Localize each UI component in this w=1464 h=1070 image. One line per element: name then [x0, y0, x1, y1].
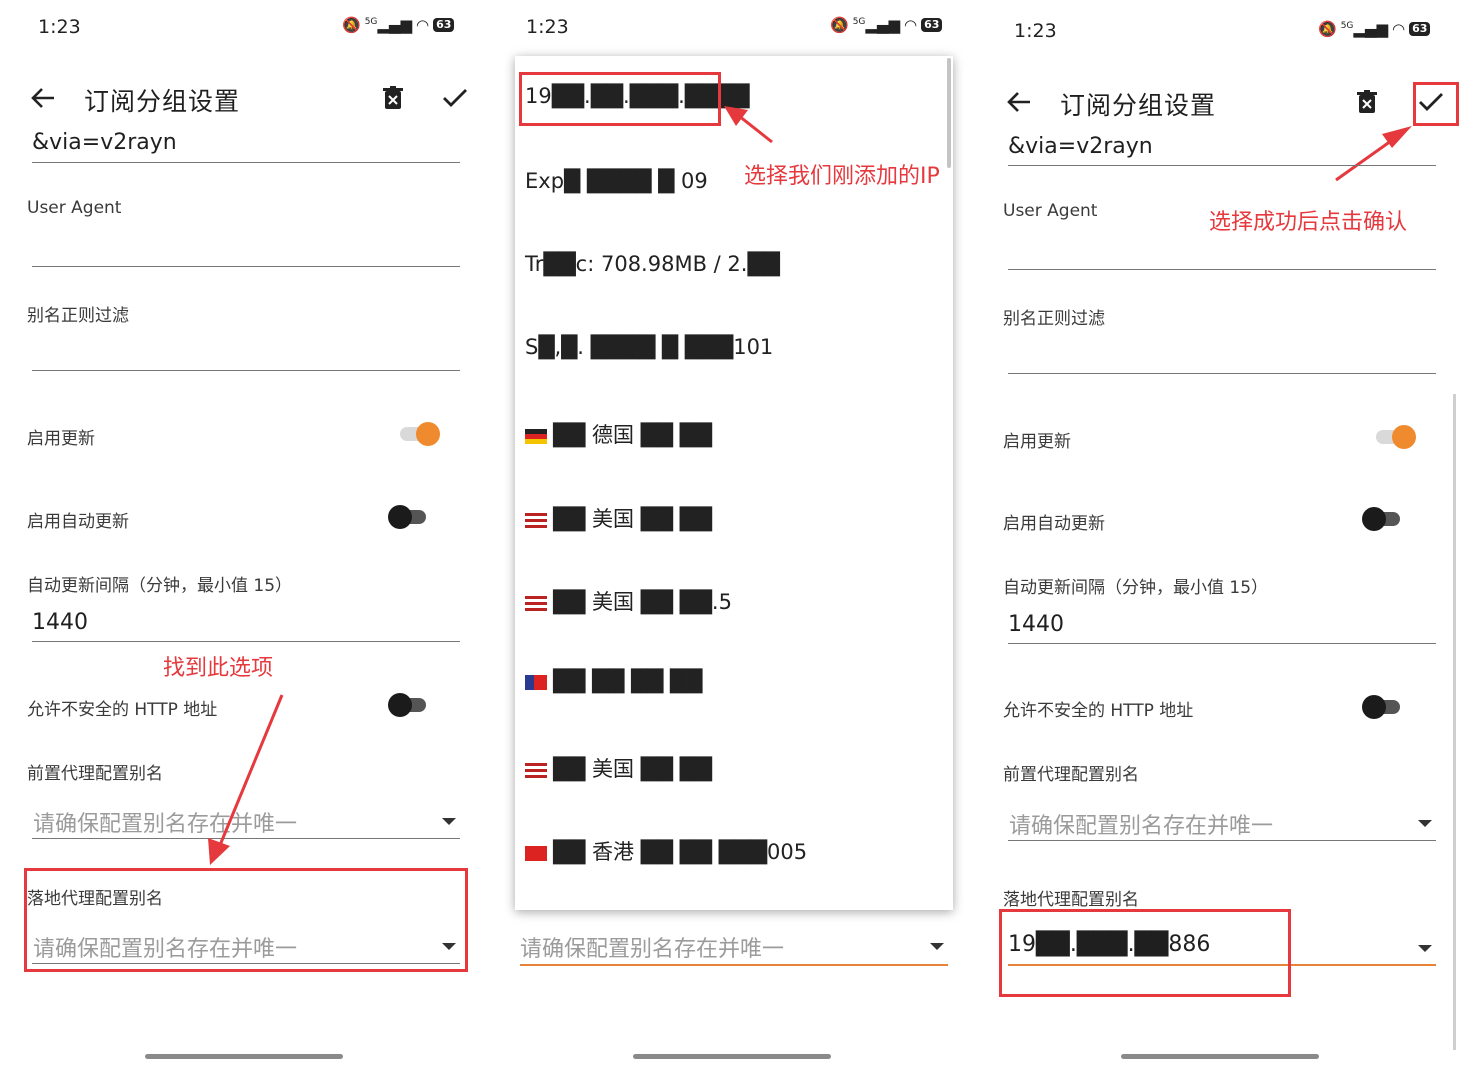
- auto-update-toggle[interactable]: [1362, 507, 1402, 531]
- flag-icon: [525, 428, 547, 444]
- home-indicator[interactable]: [1121, 1054, 1319, 1059]
- battery-icon: 63: [1409, 22, 1431, 36]
- dropdown-arrow-icon[interactable]: [1418, 945, 1432, 952]
- back-arrow-icon[interactable]: [1002, 86, 1036, 118]
- home-indicator[interactable]: [633, 1054, 831, 1059]
- signal-icon: 5G▂▄▆: [364, 16, 412, 34]
- dropdown-arrow-icon[interactable]: [442, 818, 456, 825]
- alias-filter-input[interactable]: [1008, 373, 1436, 374]
- interval-input[interactable]: 1440: [32, 610, 88, 635]
- interval-underline: [32, 641, 460, 642]
- insecure-http-toggle[interactable]: [388, 693, 428, 717]
- screen-dropdown-open: 1:23 🔕 5G▂▄▆ ◠ 63 19██.██.███.████ Exp█ …: [488, 0, 976, 1070]
- home-indicator[interactable]: [145, 1054, 343, 1059]
- wifi-icon: ◠: [904, 16, 918, 34]
- dropdown-option[interactable]: Exp█ ████ █ 09: [525, 169, 708, 193]
- auto-update-label: 启用自动更新: [27, 512, 129, 532]
- battery-icon: 63: [433, 18, 455, 32]
- dropdown-option[interactable]: ██ 香港 ██ ██ ███005: [525, 836, 807, 866]
- enable-update-label: 启用更新: [27, 429, 95, 449]
- annotation-arrow: [1335, 126, 1412, 182]
- status-icons: 🔕 5G▂▄▆ ◠ 63: [342, 16, 455, 34]
- annotation-arrow: [208, 694, 284, 865]
- dropdown-option[interactable]: ██ 德国 ██ ██: [525, 419, 712, 449]
- status-time: 1:23: [526, 16, 569, 38]
- url-field-underline: [1008, 165, 1436, 166]
- dropdown-option[interactable]: ██ 美国 ██ ██: [525, 753, 712, 783]
- flag-icon: [525, 512, 547, 528]
- next-proxy-label: 落地代理配置别名: [1003, 890, 1139, 910]
- signal-icon: 5G▂▄▆: [852, 16, 900, 34]
- dropdown-option[interactable]: ██ 美国 ██ ██.5: [525, 586, 732, 616]
- prev-proxy-select[interactable]: 请确保配置别名存在并唯一: [1009, 808, 1273, 840]
- status-icons: 🔕 5G▂▄▆ ◠ 63: [830, 16, 943, 34]
- page-title: 订阅分组设置: [1060, 91, 1217, 120]
- page-title: 订阅分组设置: [84, 87, 241, 116]
- back-arrow-icon[interactable]: [26, 82, 60, 114]
- mute-icon: 🔕: [342, 16, 361, 34]
- highlight-box: [519, 72, 721, 126]
- signal-icon: 5G▂▄▆: [1340, 20, 1388, 38]
- alias-filter-label: 别名正则过滤: [1003, 309, 1105, 329]
- auto-update-label: 启用自动更新: [1003, 514, 1105, 534]
- enable-update-toggle[interactable]: [398, 422, 440, 446]
- flag-icon: [525, 674, 547, 690]
- prev-proxy-label: 前置代理配置别名: [27, 764, 163, 784]
- interval-label: 自动更新间隔（分钟，最小值 15）: [27, 576, 293, 596]
- url-field-value[interactable]: &via=v2rayn: [1008, 134, 1153, 159]
- annotation-choose-ip: 选择我们刚添加的IP: [744, 164, 940, 189]
- scrollbar[interactable]: [1453, 394, 1456, 1050]
- highlight-box: [999, 909, 1291, 997]
- status-time: 1:23: [1014, 20, 1057, 42]
- user-agent-input[interactable]: [32, 266, 460, 267]
- dropdown-arrow-icon[interactable]: [1418, 820, 1432, 827]
- insecure-http-label: 允许不安全的 HTTP 地址: [27, 700, 218, 720]
- flag-icon: [525, 845, 547, 861]
- delete-icon[interactable]: [1352, 86, 1382, 118]
- prev-proxy-label: 前置代理配置别名: [1003, 765, 1139, 785]
- scrollbar[interactable]: [947, 58, 951, 168]
- next-proxy-select[interactable]: 请确保配置别名存在并唯一: [520, 931, 784, 963]
- url-field-value[interactable]: &via=v2rayn: [32, 130, 177, 155]
- highlight-box: [1413, 82, 1459, 126]
- battery-icon: 63: [921, 18, 943, 32]
- dropdown-arrow-icon[interactable]: [930, 943, 944, 950]
- status-time: 1:23: [38, 16, 81, 38]
- user-agent-label: User Agent: [27, 198, 122, 218]
- mute-icon: 🔕: [830, 16, 849, 34]
- annotation-find-option: 找到此选项: [163, 656, 274, 681]
- wifi-icon: ◠: [416, 16, 430, 34]
- interval-underline: [1008, 643, 1436, 644]
- interval-label: 自动更新间隔（分钟，最小值 15）: [1003, 578, 1269, 598]
- check-icon[interactable]: [438, 82, 472, 114]
- highlight-box: [24, 868, 468, 972]
- interval-input[interactable]: 1440: [1008, 612, 1064, 637]
- insecure-http-toggle[interactable]: [1362, 695, 1402, 719]
- insecure-http-label: 允许不安全的 HTTP 地址: [1003, 701, 1194, 721]
- annotation-confirm: 选择成功后点击确认: [1209, 210, 1408, 235]
- alias-filter-input[interactable]: [32, 370, 460, 371]
- user-agent-label: User Agent: [1003, 201, 1098, 221]
- flag-icon: [525, 595, 547, 611]
- delete-icon[interactable]: [378, 82, 408, 114]
- annotation-arrow: [724, 106, 773, 144]
- alias-filter-label: 别名正则过滤: [27, 306, 129, 326]
- auto-update-toggle[interactable]: [388, 505, 428, 529]
- flag-icon: [525, 762, 547, 778]
- mute-icon: 🔕: [1318, 20, 1337, 38]
- dropdown-option[interactable]: ██ 美国 ██ ██: [525, 503, 712, 533]
- wifi-icon: ◠: [1392, 20, 1406, 38]
- next-proxy-underline: [520, 964, 948, 966]
- dropdown-option[interactable]: ██ ██ ██ ██: [525, 669, 702, 693]
- screen-settings-after: 1:23 🔕 5G▂▄▆ ◠ 63 订阅分组设置 &via=v2rayn Use…: [976, 0, 1464, 1070]
- dropdown-option[interactable]: Tr██c: 708.98MB / 2.██: [525, 252, 780, 276]
- user-agent-input[interactable]: [1008, 269, 1436, 270]
- enable-update-label: 启用更新: [1003, 432, 1071, 452]
- prev-proxy-underline: [1008, 840, 1436, 841]
- screen-settings-before: 1:23 🔕 5G▂▄▆ ◠ 63 订阅分组设置 &via=v2rayn Use…: [0, 0, 488, 1070]
- enable-update-toggle[interactable]: [1374, 425, 1416, 449]
- dropdown-option[interactable]: S█,█. ████ █ ███101: [525, 335, 773, 359]
- url-field-underline: [32, 162, 460, 163]
- status-icons: 🔕 5G▂▄▆ ◠ 63: [1318, 20, 1431, 38]
